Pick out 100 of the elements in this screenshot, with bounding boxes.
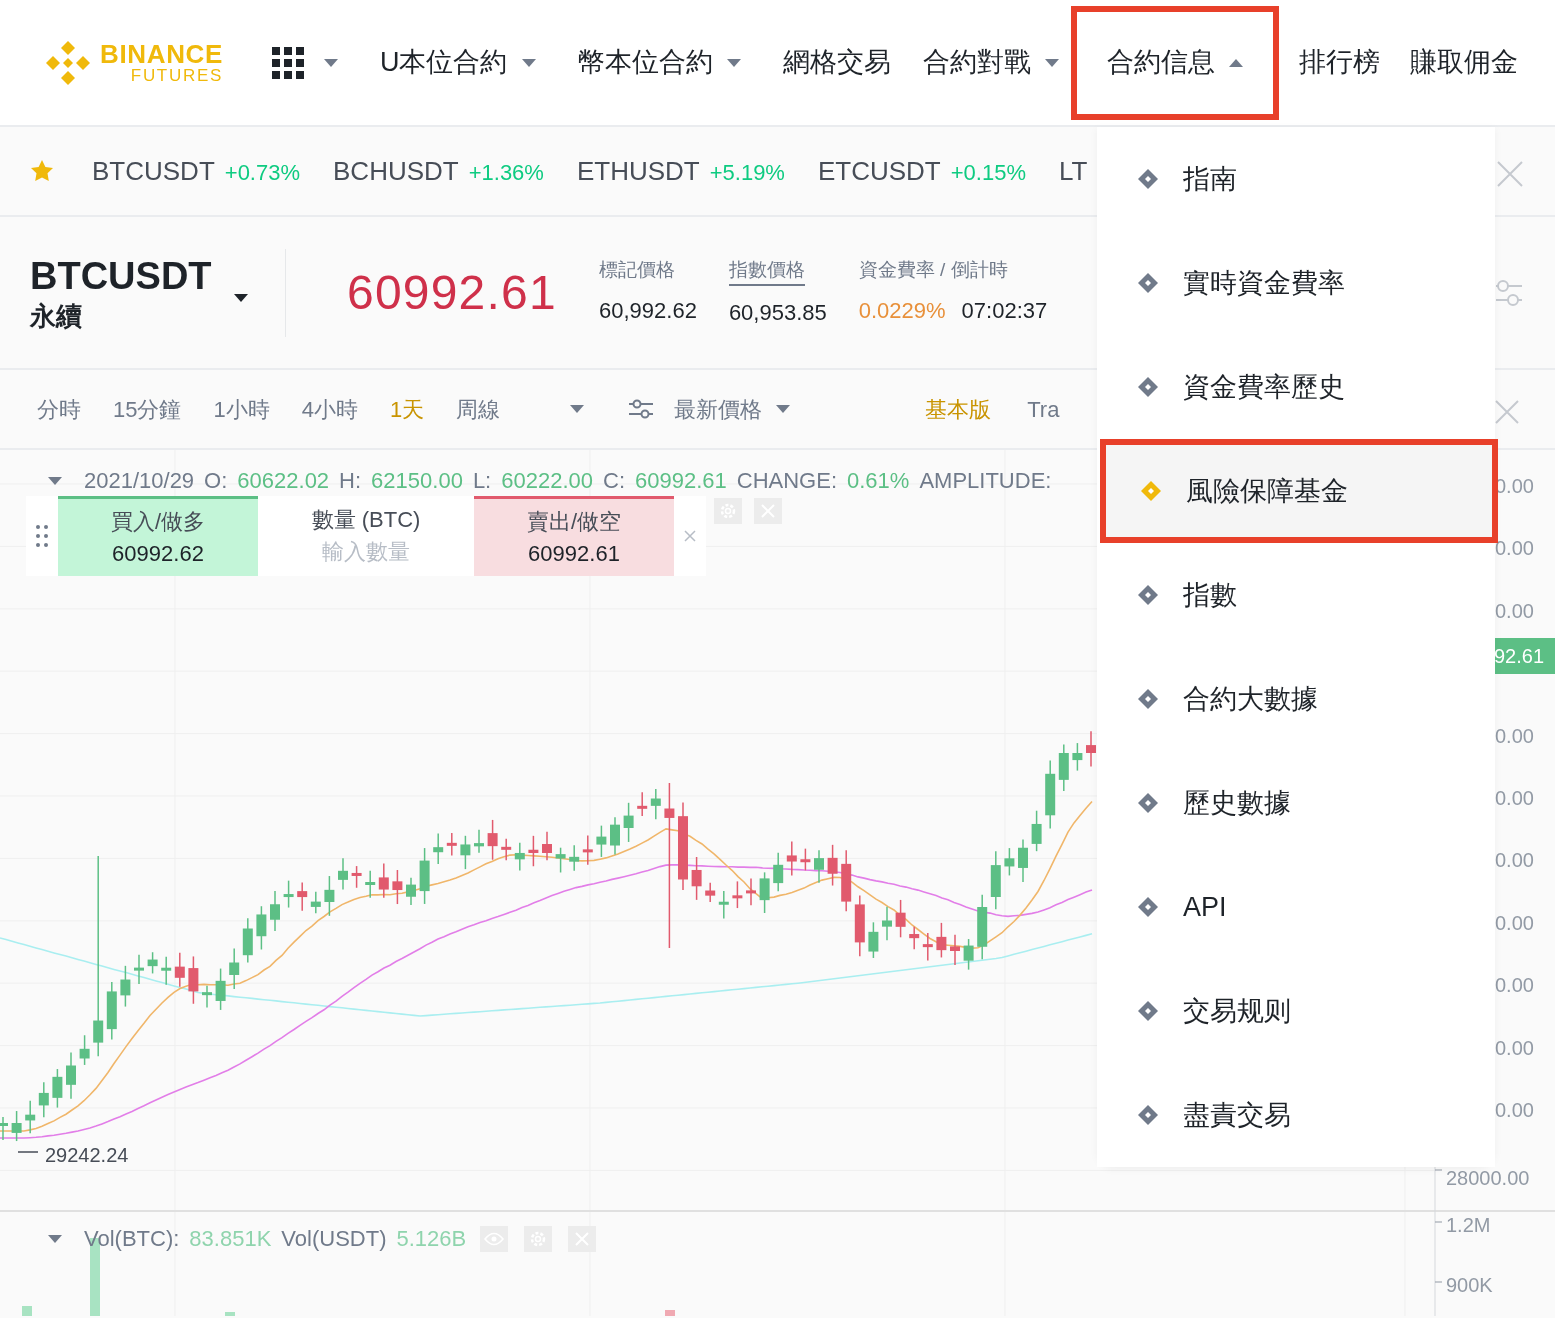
caret-down-icon (324, 58, 338, 67)
candlestick (950, 934, 960, 966)
nav-item[interactable]: 合約信息 (1070, 5, 1279, 120)
menu-item[interactable]: 資金費率歷史 (1097, 335, 1495, 439)
drag-handle-icon[interactable] (35, 524, 49, 548)
candlestick (460, 835, 471, 870)
caret-down-icon (776, 405, 791, 413)
candlestick (446, 832, 457, 857)
candlestick (868, 921, 879, 959)
candlestick (732, 880, 743, 909)
candlestick (0, 1116, 8, 1141)
sell-short-button[interactable]: 賣出/做空 60992.61 (474, 496, 674, 576)
candlestick (746, 877, 756, 906)
legend-value: 60992.61 (635, 467, 727, 495)
view-tab[interactable]: Tra (1027, 392, 1060, 426)
candlestick (338, 857, 348, 891)
stat-label: 指數價格 (728, 255, 805, 287)
menu-item[interactable]: API (1097, 855, 1495, 959)
price-change: +0.15% (950, 158, 1026, 187)
legend-date: 2021/10/29 (84, 467, 195, 495)
settings-button[interactable] (1495, 278, 1523, 308)
nav-item[interactable]: 幣本位合約 (577, 5, 741, 120)
legend-value: 83.851K (189, 1225, 272, 1253)
candlestick (569, 844, 580, 872)
caret-down-icon[interactable] (233, 293, 248, 302)
grid-icon (272, 46, 304, 79)
legend-label: C: (603, 467, 625, 495)
candlestick (365, 869, 376, 899)
menu-item[interactable]: 歷史數據 (1097, 751, 1495, 855)
apps-menu-button[interactable] (272, 46, 338, 79)
candlestick (283, 879, 294, 909)
interval-tab[interactable]: 分時 (37, 392, 81, 426)
close-button[interactable] (1495, 400, 1519, 424)
interval-tab[interactable]: 4小時 (301, 392, 358, 426)
menu-item[interactable]: 交易规则 (1097, 959, 1495, 1063)
candlestick (759, 871, 770, 914)
candlestick (814, 849, 824, 884)
buy-long-button[interactable]: 買入/做多 60992.62 (58, 496, 258, 576)
volume-bar (225, 1312, 235, 1316)
candlestick (528, 835, 539, 867)
close-button[interactable] (684, 530, 696, 542)
candlestick (555, 846, 566, 874)
nav-item[interactable]: 合約對戰 (922, 5, 1059, 120)
menu-item[interactable]: 指南 (1097, 127, 1495, 231)
contract-type: 永續 (30, 300, 83, 333)
ticker-item[interactable]: BTCUSDT +0.73% (92, 151, 300, 191)
caret-down-icon (570, 405, 585, 413)
candlestick (936, 922, 947, 959)
quantity-input[interactable]: 輸入數量 (258, 536, 474, 568)
stat-value: 60,953.85 (728, 299, 827, 328)
low-price-marker: 29242.24 (44, 1143, 129, 1168)
price-type-dropdown[interactable]: 最新價格 (674, 392, 791, 426)
caret-down-icon (726, 58, 741, 67)
candlestick (106, 981, 117, 1041)
candlestick (1086, 730, 1096, 768)
menu-item[interactable]: 指數 (1097, 543, 1495, 647)
candlestick (161, 955, 172, 986)
candlestick (1058, 743, 1069, 792)
menu-item[interactable]: 風險保障基金 (1100, 439, 1498, 543)
nav-item[interactable]: 網格交易 (782, 5, 891, 120)
close-icon (684, 530, 696, 542)
candlestick (270, 890, 280, 932)
nav-item[interactable]: 賺取佣金 (1409, 5, 1518, 120)
quantity-label: 數量 (BTC) (311, 506, 421, 534)
ticker-item[interactable]: LT (1058, 151, 1088, 191)
candlestick (786, 840, 797, 877)
ticker-item[interactable]: BCHUSDT +1.36% (333, 151, 544, 191)
candlestick (66, 1051, 76, 1100)
candlestick (691, 856, 702, 901)
candlestick (406, 876, 416, 906)
nav-item[interactable]: 排行榜 (1298, 5, 1380, 120)
indicators-button[interactable] (628, 398, 655, 420)
logo-icon (44, 38, 92, 87)
candlestick (1045, 759, 1056, 830)
menu-item[interactable]: 盡責交易 (1097, 1063, 1495, 1167)
interval-tab[interactable]: 15分鐘 (113, 392, 182, 426)
candlestick (297, 881, 308, 912)
nav-item[interactable]: U本位合約 (380, 5, 536, 120)
candlestick (841, 849, 852, 913)
candlestick (324, 875, 335, 917)
candlestick (378, 862, 389, 899)
candlestick (882, 906, 892, 941)
star-icon[interactable] (30, 159, 54, 183)
candlestick (800, 847, 811, 872)
ticker-item[interactable]: ETHUSDT +5.19% (576, 151, 785, 191)
interval-tab[interactable]: 1小時 (213, 392, 270, 426)
diamond-icon (1137, 584, 1159, 606)
candlestick (202, 984, 212, 1009)
legend-label: CHANGE: (736, 467, 837, 495)
logo-product-text: FUTURES (130, 67, 223, 84)
close-button[interactable] (1497, 161, 1523, 187)
diamond-icon (1137, 272, 1159, 294)
diamond-icon (1140, 480, 1162, 502)
ticker-item[interactable]: ETCUSDT +0.15% (817, 151, 1026, 191)
legend-label: AMPLITUDE: (919, 467, 1052, 495)
more-intervals-button[interactable] (570, 405, 585, 413)
menu-item[interactable]: 合約大數據 (1097, 647, 1495, 751)
diamond-icon (1137, 688, 1159, 710)
interval-tab[interactable]: 周線 (456, 392, 501, 426)
menu-item[interactable]: 實時資金費率 (1097, 231, 1495, 335)
